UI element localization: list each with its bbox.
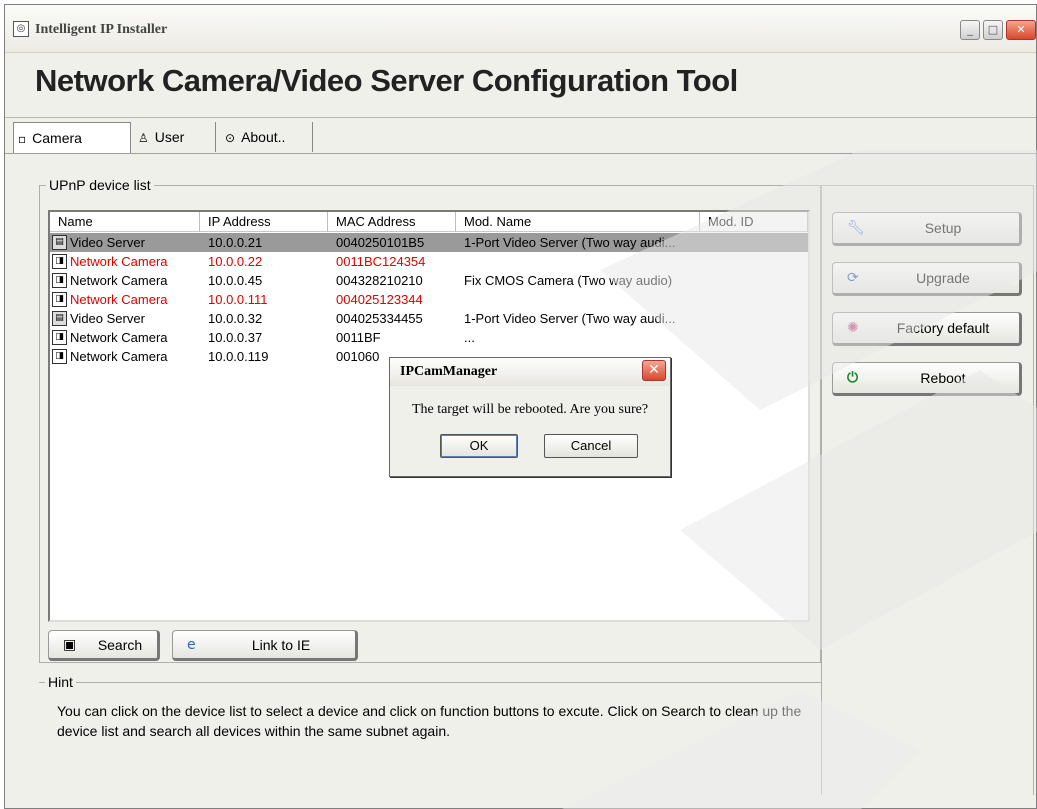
setup-button[interactable]: 🔧︎ Setup (832, 212, 1022, 246)
table-cell-ip: 10.0.0.21 (208, 235, 263, 250)
table-cell-mod-name: ... (464, 330, 475, 345)
column-header-name[interactable]: Name (50, 212, 200, 232)
factory-default-button[interactable]: ✺ Factory default (832, 312, 1022, 346)
network-camera-icon: ◨ (52, 349, 67, 364)
network-camera-icon: ◨ (52, 292, 67, 307)
table-cell-name: Video Server (70, 311, 145, 326)
table-row[interactable]: ◨ Network Camera 10.0.0.22 0011BC124354 (50, 252, 808, 271)
tab-about-label: About.. (241, 129, 286, 145)
ok-button[interactable]: OK (440, 434, 518, 458)
tab-user[interactable]: ♙ User (132, 122, 216, 152)
tab-about[interactable]: ⊙ About.. (217, 122, 313, 152)
tab-camera-label: Camera (32, 130, 82, 146)
list-header: Name IP Address MAC Address Mod. Name Mo… (50, 212, 808, 232)
title-bar[interactable]: ◎ Intelligent IP Installer _ □ ✕ (5, 5, 1036, 53)
video-server-icon: ▤ (52, 235, 67, 250)
app-icon: ◎ (13, 21, 29, 37)
tab-camera[interactable]: ▫ Camera (13, 122, 131, 154)
table-cell-ip: 10.0.0.32 (208, 311, 263, 326)
device-list-legend: UPnP device list (46, 177, 154, 193)
divider (5, 117, 1036, 118)
table-cell-name: Network Camera (70, 273, 168, 288)
table-cell-mac: 0011BF (336, 330, 381, 345)
function-panel: 🔧︎ Setup ⟳ Upgrade ✺ Factory default ⏻ R… (821, 185, 1034, 795)
column-header-mac[interactable]: MAC Address (328, 212, 456, 232)
table-row[interactable]: ▤ Video Server 10.0.0.21 0040250101B5 1-Port… (50, 233, 808, 252)
user-icon: ♙ (138, 131, 149, 145)
link-to-ie-button[interactable]: e Link to IE (172, 630, 358, 661)
dialog-title-bar[interactable]: IPCamManager ✕ (390, 358, 670, 386)
table-cell-mac: 004025334455 (336, 311, 423, 326)
reboot-button[interactable]: ⏻ Reboot (832, 362, 1022, 396)
reboot-label: Reboot (920, 370, 966, 386)
table-cell-mac: 0011BC124354 (336, 254, 426, 269)
column-header-ip[interactable]: IP Address (200, 212, 328, 232)
table-cell-mac: 004025123344 (336, 292, 423, 307)
table-cell-name: Network Camera (70, 330, 168, 345)
tab-user-label: User (154, 129, 185, 145)
app-window: ◎ Intelligent IP Installer _ □ ✕ Network… (4, 4, 1037, 809)
reset-icon: ✺ (847, 320, 859, 336)
table-row[interactable]: ◨ Network Camera 10.0.0.111 004025123344 (50, 290, 808, 309)
column-header-mod-name[interactable]: Mod. Name (456, 212, 700, 232)
table-cell-name: Video Server (70, 235, 145, 250)
hint-text: You can click on the device list to sele… (57, 703, 802, 739)
table-row[interactable]: ▤ Video Server 10.0.0.32 004025334455 1-Port… (50, 309, 808, 328)
minimize-button[interactable]: _ (960, 20, 980, 40)
network-camera-icon: ◨ (52, 330, 67, 345)
cancel-button[interactable]: Cancel (544, 434, 638, 458)
column-header-mod-id[interactable]: Mod. ID (700, 212, 808, 232)
hint-group: Hint You can click on the device list to… (39, 674, 821, 795)
dialog-message: The target will be rebooted. Are you sur… (411, 402, 649, 417)
page-title: Network Camera/Video Server Configuratio… (35, 63, 738, 98)
upgrade-button[interactable]: ⟳ Upgrade (832, 262, 1022, 296)
search-icon: ▣ (63, 636, 77, 653)
table-row[interactable]: ◨ Network Camera 10.0.0.37 0011BF... (50, 328, 808, 347)
network-camera-icon: ◨ (52, 254, 67, 269)
close-button[interactable]: ✕ (1006, 20, 1036, 40)
table-cell-name: Network Camera (70, 292, 168, 307)
confirm-dialog: IPCamManager ✕ The target will be reboot… (389, 357, 671, 477)
table-cell-mac: 0040250101B5 (336, 235, 425, 250)
hint-legend: Hint (45, 674, 76, 690)
setup-label: Setup (924, 220, 962, 236)
table-cell-ip: 10.0.0.22 (208, 254, 263, 269)
table-cell-mod-name: 1-Port Video Server (Two way audi... (464, 235, 676, 250)
divider (5, 153, 1036, 154)
video-server-icon: ▤ (52, 311, 67, 326)
table-cell-mod-name: Fix CMOS Camera (Two way audio) (464, 273, 673, 288)
table-cell-mac: 004328210210 (336, 273, 423, 288)
table-cell-mod-name: 1-Port Video Server (Two way audi... (464, 311, 676, 326)
upgrade-icon: ⟳ (847, 270, 859, 286)
power-icon: ⏻ (847, 370, 859, 386)
table-cell-ip: 10.0.0.45 (208, 273, 263, 288)
dialog-close-button[interactable]: ✕ (642, 360, 666, 381)
window-title: Intelligent IP Installer (35, 22, 168, 37)
table-cell-ip: 10.0.0.37 (208, 330, 263, 345)
network-camera-icon: ◨ (52, 273, 67, 288)
search-button[interactable]: ▣ Search (48, 630, 160, 661)
table-row[interactable]: ◨ Network Camera 10.0.0.45 004328210210 Fix … (50, 271, 808, 290)
factory-default-label: Factory default (896, 320, 990, 336)
table-cell-name: Network Camera (70, 254, 168, 269)
search-button-label: Search (97, 636, 143, 653)
camera-icon: ▫ (18, 132, 27, 146)
browser-icon: e (187, 636, 196, 653)
table-cell-ip: 10.0.0.111 (208, 292, 268, 307)
table-cell-ip: 10.0.0.119 (208, 349, 269, 364)
wrench-icon: 🔧︎ (847, 220, 865, 236)
dialog-title: IPCamManager (400, 364, 498, 379)
maximize-button[interactable]: □ (983, 20, 1003, 40)
link-to-ie-label: Link to IE (251, 636, 311, 653)
table-cell-name: Network Camera (70, 349, 168, 364)
upgrade-label: Upgrade (916, 270, 970, 286)
info-icon: ⊙ (225, 131, 236, 145)
